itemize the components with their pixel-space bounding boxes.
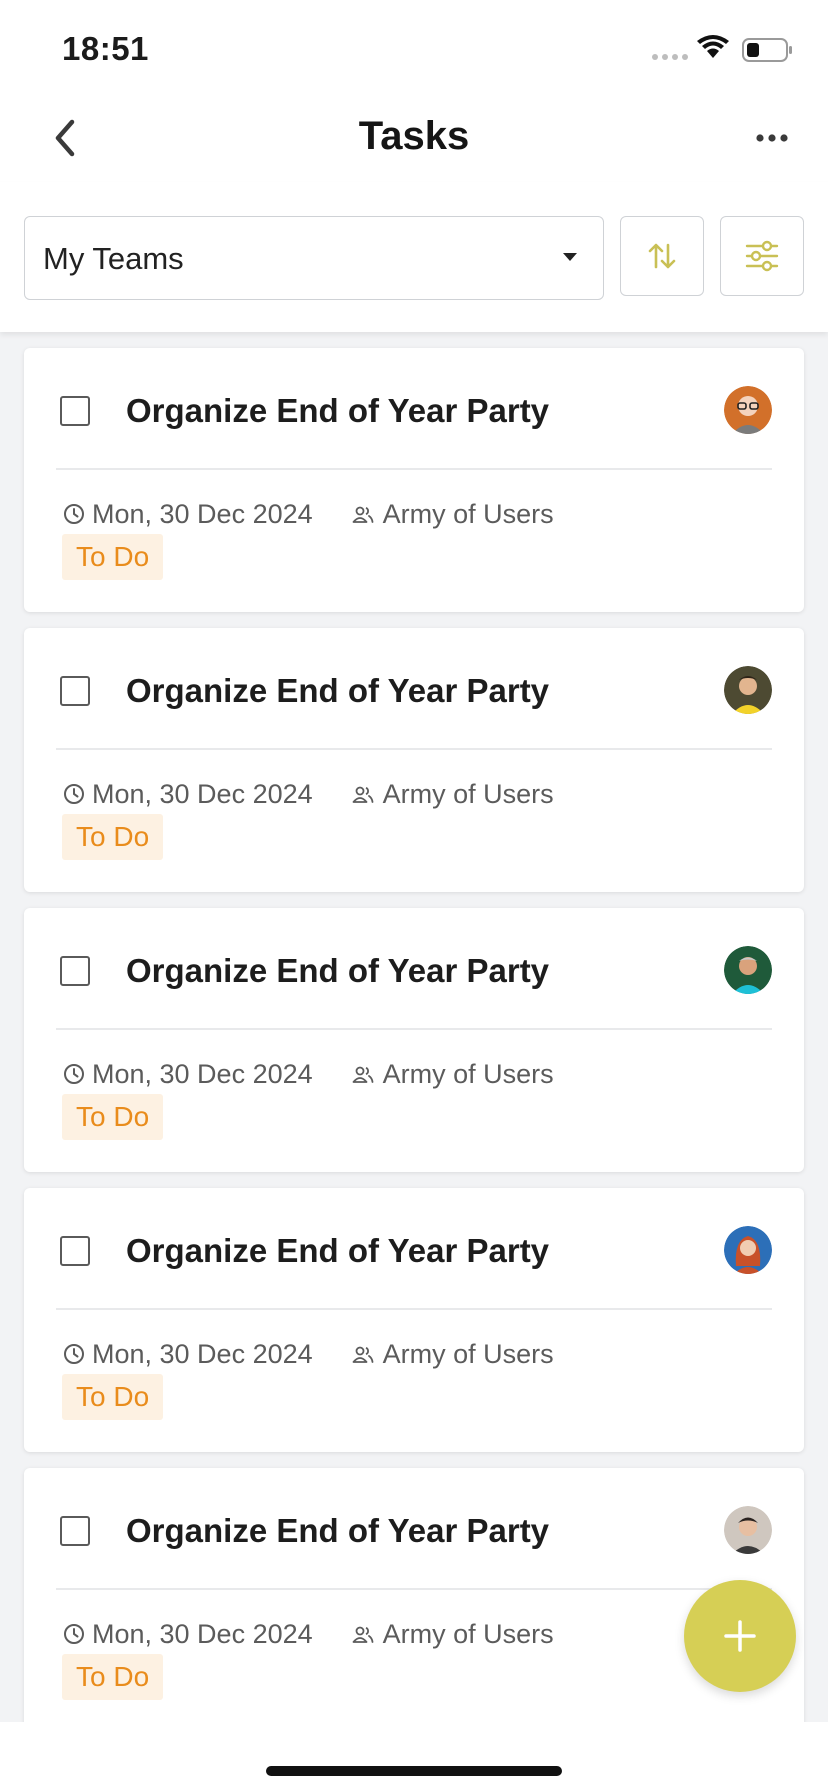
task-team: Army of Users — [382, 1338, 554, 1369]
task-card[interactable]: Organize End of Year Party Mon, 30 Dec 2… — [24, 908, 804, 1172]
filter-button[interactable] — [720, 216, 804, 296]
cellular-signal-icon — [652, 54, 688, 60]
page-title: Tasks — [358, 114, 470, 158]
avatar — [724, 386, 772, 434]
sliders-icon — [745, 240, 779, 272]
clock-icon — [64, 1344, 84, 1364]
filter-bar: My Teams — [0, 182, 828, 332]
team-select[interactable]: My Teams — [24, 216, 604, 300]
task-title: Organize End of Year Party — [126, 392, 550, 429]
task-checkbox[interactable] — [60, 676, 90, 706]
clock-icon — [64, 1064, 84, 1084]
task-meta: Mon, 30 Dec 2024 Army of Users — [62, 776, 554, 812]
task-due-date: Mon, 30 Dec 2024 — [92, 498, 313, 529]
task-card[interactable]: Organize End of Year Party Mon, 30 Dec 2… — [24, 348, 804, 612]
status-badge: To Do — [62, 1094, 164, 1140]
people-icon — [352, 1346, 374, 1363]
task-meta: Mon, 30 Dec 2024 Army of Users — [62, 1336, 554, 1372]
status-badge: To Do — [62, 534, 164, 580]
divider — [56, 1588, 772, 1590]
more-button[interactable] — [752, 126, 792, 150]
task-title: Organize End of Year Party — [126, 952, 550, 989]
people-icon — [352, 786, 374, 803]
divider — [56, 748, 772, 750]
task-title: Organize End of Year Party — [126, 1512, 550, 1549]
avatar — [724, 1226, 772, 1274]
caret-down-icon — [563, 253, 577, 261]
task-checkbox[interactable] — [60, 1236, 90, 1266]
task-card[interactable]: Organize End of Year Party Mon, 30 Dec 2… — [24, 1468, 804, 1722]
status-badge: To Do — [62, 814, 164, 860]
task-title: Organize End of Year Party — [126, 1232, 550, 1269]
nav-bar: Tasks — [0, 96, 828, 182]
sort-button[interactable] — [620, 216, 704, 296]
more-horizontal-icon — [756, 134, 788, 142]
status-badge: To Do — [62, 1654, 164, 1700]
people-icon — [352, 1626, 374, 1643]
clock-icon — [64, 1624, 84, 1644]
home-indicator[interactable] — [266, 1766, 562, 1776]
task-checkbox[interactable] — [60, 956, 90, 986]
avatar — [724, 1506, 772, 1554]
people-icon — [352, 506, 374, 523]
task-checkbox[interactable] — [60, 396, 90, 426]
home-area — [0, 1722, 828, 1792]
divider — [56, 468, 772, 470]
team-select-value: My Teams — [43, 241, 184, 276]
task-card[interactable]: Organize End of Year Party Mon, 30 Dec 2… — [24, 1188, 804, 1452]
clock-icon — [64, 504, 84, 524]
task-card[interactable]: Organize End of Year Party Mon, 30 Dec 2… — [24, 628, 804, 892]
task-meta: Mon, 30 Dec 2024 Army of Users — [62, 1616, 554, 1652]
sort-arrows-icon — [648, 243, 676, 269]
status-time: 18:51 — [62, 30, 149, 67]
wifi-icon — [697, 35, 729, 58]
task-due-date: Mon, 30 Dec 2024 — [92, 1058, 313, 1089]
task-due-date: Mon, 30 Dec 2024 — [92, 1338, 313, 1369]
task-team: Army of Users — [382, 778, 554, 809]
battery-icon — [742, 38, 792, 62]
people-icon — [352, 1066, 374, 1083]
task-meta: Mon, 30 Dec 2024 Army of Users — [62, 496, 554, 532]
add-task-button[interactable] — [684, 1580, 796, 1692]
status-bar: 18:51 — [0, 0, 828, 96]
task-team: Army of Users — [382, 498, 554, 529]
task-meta: Mon, 30 Dec 2024 Army of Users — [62, 1056, 554, 1092]
task-title: Organize End of Year Party — [126, 672, 550, 709]
plus-icon — [724, 1620, 756, 1652]
task-checkbox[interactable] — [60, 1516, 90, 1546]
task-list: Organize End of Year Party Mon, 30 Dec 2… — [0, 332, 828, 1722]
divider — [56, 1028, 772, 1030]
clock-icon — [64, 784, 84, 804]
task-due-date: Mon, 30 Dec 2024 — [92, 1618, 313, 1649]
status-badge: To Do — [62, 1374, 164, 1420]
task-team: Army of Users — [382, 1058, 554, 1089]
divider — [56, 1308, 772, 1310]
task-due-date: Mon, 30 Dec 2024 — [92, 778, 313, 809]
avatar — [724, 666, 772, 714]
task-team: Army of Users — [382, 1618, 554, 1649]
avatar — [724, 946, 772, 994]
